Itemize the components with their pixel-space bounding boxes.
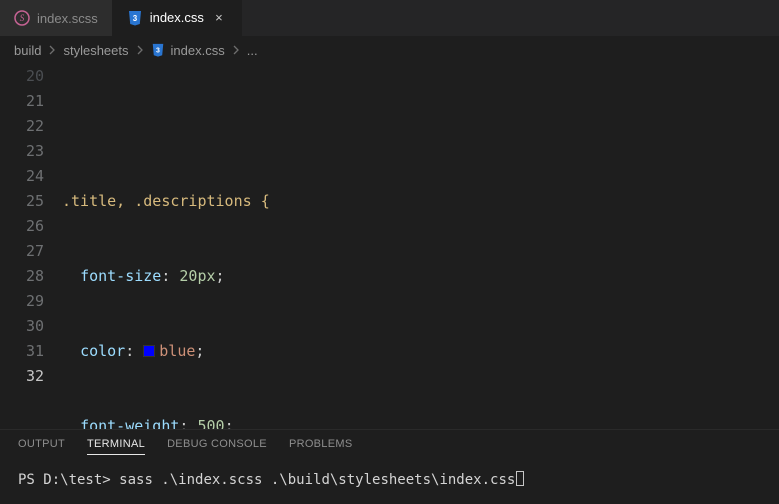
terminal[interactable]: PS D:\test> sass .\index.scss .\build\st… — [0, 461, 779, 504]
colon: : — [161, 267, 179, 285]
bottom-panel: OUTPUT TERMINAL DEBUG CONSOLE PROBLEMS P… — [0, 429, 779, 504]
breadcrumb-file[interactable]: index.css — [171, 43, 225, 58]
breadcrumb[interactable]: build stylesheets 3 index.css ... — [0, 36, 779, 64]
colon: : — [179, 417, 197, 429]
line-number: 29 — [0, 289, 44, 314]
line-number: 26 — [0, 214, 44, 239]
line-number: 22 — [0, 114, 44, 139]
chevron-right-icon — [135, 45, 145, 55]
line-number: 31 — [0, 339, 44, 364]
brace: { — [261, 192, 270, 210]
semicolon: ; — [216, 267, 225, 285]
line-number: 24 — [0, 164, 44, 189]
svg-text:3: 3 — [132, 14, 137, 23]
sass-icon: S — [14, 10, 30, 26]
color-swatch-blue[interactable] — [143, 345, 155, 357]
terminal-cursor — [516, 471, 524, 486]
tab-index-scss[interactable]: S index.scss — [0, 0, 113, 36]
line-number: 32 — [0, 364, 44, 389]
value: 20px — [179, 267, 215, 285]
semicolon: ; — [195, 342, 204, 360]
line-number: 27 — [0, 239, 44, 264]
tab-bar: S index.scss 3 index.css × — [0, 0, 779, 36]
breadcrumb-build[interactable]: build — [14, 43, 41, 58]
tab-label: index.scss — [37, 11, 98, 26]
value: 500 — [197, 417, 224, 429]
tab-problems[interactable]: PROBLEMS — [289, 438, 353, 455]
svg-text:S: S — [20, 13, 25, 23]
code-content[interactable]: .title, .descriptions { font-size: 20px;… — [62, 64, 779, 429]
property: font-weight — [80, 417, 179, 429]
close-icon[interactable]: × — [211, 10, 227, 25]
line-number: 28 — [0, 264, 44, 289]
chevron-right-icon — [47, 45, 57, 55]
css-icon: 3 — [127, 10, 143, 26]
line-number: 21 — [0, 89, 44, 114]
terminal-command: sass .\index.scss .\build\stylesheets\in… — [119, 472, 515, 488]
value: blue — [159, 342, 195, 360]
chevron-right-icon — [231, 45, 241, 55]
tab-terminal[interactable]: TERMINAL — [87, 438, 145, 455]
line-number: 23 — [0, 139, 44, 164]
terminal-prompt: PS D:\test> — [18, 472, 119, 488]
property: color — [80, 342, 125, 360]
semicolon: ; — [225, 417, 234, 429]
svg-text:3: 3 — [156, 48, 160, 55]
css-icon: 3 — [151, 43, 165, 57]
line-number-gutter: 20 21 22 23 24 25 26 27 28 29 30 31 32 — [0, 64, 62, 429]
breadcrumb-more[interactable]: ... — [247, 43, 258, 58]
code-editor[interactable]: 20 21 22 23 24 25 26 27 28 29 30 31 32 .… — [0, 64, 779, 429]
line-number: 30 — [0, 314, 44, 339]
tab-label: index.css — [150, 10, 204, 25]
line-number: 25 — [0, 189, 44, 214]
tab-output[interactable]: OUTPUT — [18, 438, 65, 455]
line-number: 20 — [0, 64, 44, 89]
colon: : — [125, 342, 143, 360]
selector: .title, .descriptions — [62, 192, 261, 210]
tab-debug-console[interactable]: DEBUG CONSOLE — [167, 438, 267, 455]
panel-tabs: OUTPUT TERMINAL DEBUG CONSOLE PROBLEMS — [0, 430, 779, 461]
breadcrumb-stylesheets[interactable]: stylesheets — [63, 43, 128, 58]
tab-index-css[interactable]: 3 index.css × — [113, 0, 242, 36]
property: font-size — [80, 267, 161, 285]
